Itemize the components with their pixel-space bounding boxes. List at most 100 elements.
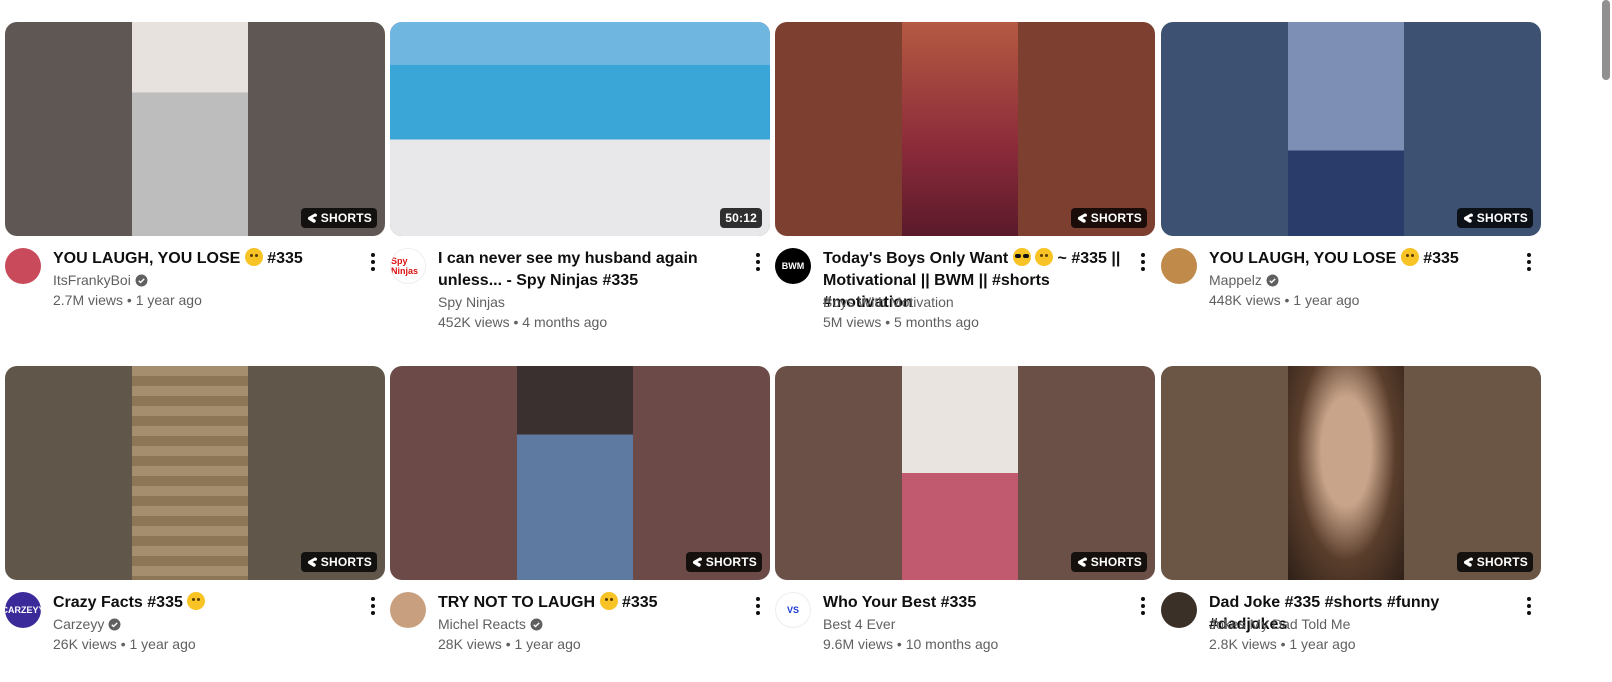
video-stats-text: 9.6M views • 10 months ago [823,636,999,652]
channel-avatar[interactable] [390,592,426,628]
video-stats: 448K views • 1 year ago [1209,290,1359,310]
emoji-icon [1035,248,1054,266]
avatar-text: BWM [781,261,805,271]
badge-label: SHORTS [1476,211,1528,225]
channel-avatar[interactable]: VS [775,592,811,628]
video-thumbnail[interactable]: 50:12 [390,22,770,236]
channel-avatar[interactable]: BWM [775,248,811,284]
badge-label: SHORTS [320,555,372,569]
channel-name-text: Boys With Motivation [823,294,954,310]
thumbnail-image [1288,366,1404,580]
verified-icon [108,618,121,631]
shorts-badge: SHORTS [685,552,762,572]
avatar-text: Spy Ninjas [391,256,419,276]
video-thumbnail[interactable]: SHORTS [1161,22,1541,236]
video-card[interactable]: SHORTS YOU LAUGH, YOU LOSE #335 ItsFrank… [5,22,385,338]
video-thumbnail[interactable]: SHORTS [775,22,1155,236]
video-stats-text: 2.8K views • 1 year ago [1209,636,1356,652]
channel-name[interactable]: Best 4 Ever [823,614,895,634]
video-title-text: YOU LAUGH, YOU LOSE [53,250,241,267]
channel-avatar[interactable]: Spy Ninjas [390,248,426,284]
channel-name-text: Michel Reacts [438,616,526,632]
video-stats: 28K views • 1 year ago [438,634,581,654]
video-meta: YOU LAUGH, YOU LOSE #335 ItsFrankyBoi 2.… [5,248,385,338]
video-stats: 5M views • 5 months ago [823,312,979,332]
video-meta: BWM Today's Boys Only Want ~ #335 || Mot… [775,248,1155,338]
thumbnail-image [390,22,770,236]
shorts-icon [1077,557,1087,567]
more-options-icon[interactable] [361,594,385,618]
channel-name[interactable]: Spy Ninjas [438,292,505,312]
channel-name-text: Jokes My Dad Told Me [1209,616,1351,632]
thumbnail-image [517,366,633,580]
more-options-icon[interactable] [1517,250,1541,274]
video-meta: Spy Ninjas I can never see my husband ag… [390,248,770,338]
channel-name[interactable]: Boys With Motivation [823,292,954,312]
channel-avatar[interactable]: CARZEYY [5,592,41,628]
video-title[interactable]: I can never see my husband again unless.… [438,248,738,292]
video-thumbnail[interactable]: SHORTS [390,366,770,580]
video-title[interactable]: Who Your Best #335 [823,592,1123,614]
video-stats: 2.8K views • 1 year ago [1209,634,1356,654]
channel-avatar[interactable] [1161,592,1197,628]
video-meta: VS Who Your Best #335 Best 4 Ever 9.6M v… [775,592,1155,682]
shorts-badge: SHORTS [300,552,377,572]
video-card[interactable]: 50:12 Spy Ninjas I can never see my husb… [390,22,770,338]
shorts-icon [307,557,317,567]
video-stats: 452K views • 4 months ago [438,312,607,332]
video-stats-text: 2.7M views • 1 year ago [53,292,202,308]
video-title[interactable]: YOU LAUGH, YOU LOSE #335 [53,248,353,270]
video-stats-text: 452K views • 4 months ago [438,314,608,330]
channel-name[interactable]: Carzeyy [53,614,121,634]
emoji-icon [244,248,263,266]
video-card[interactable]: SHORTS CARZEYY Crazy Facts #335 Carzeyy … [5,366,385,682]
more-options-icon[interactable] [1131,250,1155,274]
channel-name[interactable]: Michel Reacts [438,614,543,634]
more-options-icon[interactable] [746,250,770,274]
video-title[interactable]: TRY NOT TO LAUGH #335 [438,592,738,614]
verified-icon [1266,274,1279,287]
channel-name-text: Spy Ninjas [438,294,505,310]
channel-name[interactable]: Mappelz [1209,270,1279,290]
video-thumbnail[interactable]: SHORTS [5,366,385,580]
duration-badge: 50:12 [720,208,762,228]
video-thumbnail[interactable]: SHORTS [1161,366,1541,580]
video-title-text: I can never see my husband again unless.… [438,250,698,289]
channel-name-text: Mappelz [1209,272,1262,288]
video-meta: TRY NOT TO LAUGH #335 Michel Reacts 28K … [390,592,770,682]
channel-avatar[interactable] [5,248,41,284]
more-options-icon[interactable] [1131,594,1155,618]
video-stats: 9.6M views • 10 months ago [823,634,998,654]
channel-name[interactable]: Jokes My Dad Told Me [1209,614,1350,634]
channel-name[interactable]: ItsFrankyBoi [53,270,148,290]
shorts-icon [1463,213,1473,223]
video-card[interactable]: SHORTS VS Who Your Best #335 Best 4 Ever… [775,366,1155,682]
video-title[interactable]: YOU LAUGH, YOU LOSE #335 [1209,248,1509,270]
video-title-suffix: #335 [621,594,658,611]
video-title[interactable]: Crazy Facts #335 [53,592,353,614]
badge-label: SHORTS [705,555,757,569]
video-thumbnail[interactable]: SHORTS [775,366,1155,580]
video-card[interactable]: SHORTS TRY NOT TO LAUGH #335 Michel Reac… [390,366,770,682]
video-title-text: Today's Boys Only Want [823,250,1009,267]
video-card[interactable]: SHORTS BWM Today's Boys Only Want ~ #335… [775,22,1155,338]
channel-name-text: ItsFrankyBoi [53,272,131,288]
page-scrollbar[interactable] [1602,0,1610,80]
thumbnail-image [1288,22,1404,236]
video-thumbnail[interactable]: SHORTS [5,22,385,236]
thumbnail-image [902,366,1018,580]
video-card[interactable]: SHORTS YOU LAUGH, YOU LOSE #335 Mappelz … [1161,22,1541,338]
more-options-icon[interactable] [1517,594,1541,618]
shorts-icon [307,213,317,223]
emoji-icon [187,592,206,610]
video-stats: 26K views • 1 year ago [53,634,196,654]
emoji-icon [1012,248,1031,266]
emoji-icon [1400,248,1419,266]
badge-label: SHORTS [1476,555,1528,569]
video-title-suffix: #335 [267,250,303,267]
thumbnail-image [132,366,248,580]
channel-avatar[interactable] [1161,248,1197,284]
more-options-icon[interactable] [746,594,770,618]
video-card[interactable]: SHORTS Dad Joke #335 #shorts #funny #dad… [1161,366,1541,682]
more-options-icon[interactable] [361,250,385,274]
